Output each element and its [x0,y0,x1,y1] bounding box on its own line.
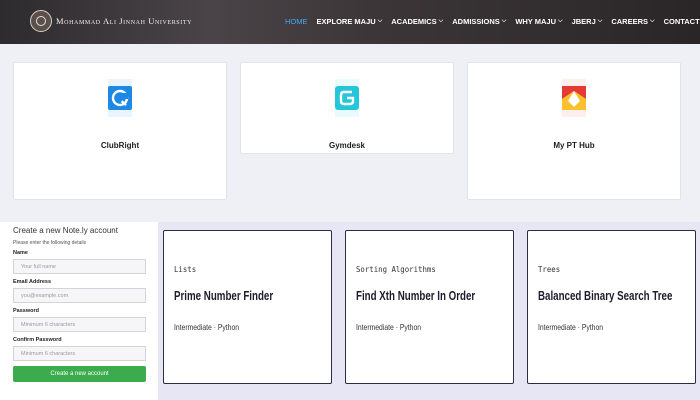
nav-admissions[interactable]: ADMISSIONS ⌵ [452,17,506,26]
nav-jberj[interactable]: JBERJ ⌵ [572,17,603,26]
form-subtitle: Please enter the following details [13,240,87,246]
chevron-down-icon: ⌵ [650,18,655,24]
nav-careers-label: CAREERS [611,17,649,26]
nav-jberj-label: JBERJ [571,17,596,26]
clubright-logo-icon [108,79,132,117]
nav-why-maju-label: WHY MAJU [515,17,557,26]
nav-contact[interactable]: CONTACT [664,17,700,26]
nav-home-label: HOME [285,17,308,26]
create-account-button[interactable]: Create a new account [13,366,146,382]
nav-why-maju[interactable]: WHY MAJU ⌵ [515,17,562,26]
form-title: Create a new Note.ly account [13,226,118,235]
exercise-category: Sorting Algorithms [356,265,436,274]
chevron-down-icon: ⌵ [597,18,603,24]
confirm-password-field[interactable] [13,346,146,361]
app-card-gymdesk[interactable]: Gymdesk [240,62,454,154]
nav-explore-maju-label: EXPLORE MAJU [316,17,376,26]
exercise-title: Prime Number Finder [174,289,274,303]
nav-careers[interactable]: CAREERS ⌵ [611,17,654,26]
confirm-password-label: Confirm Password [13,337,62,343]
signup-form: Create a new Note.ly account Please ente… [0,222,158,400]
nav-academics-label: ACADEMICS [391,17,437,26]
nav-home[interactable]: HOME [285,17,308,26]
chevron-down-icon: ⌵ [501,18,507,24]
site-header: Mohammad Ali Jinnah University HOME EXPL… [0,0,700,44]
crest-icon [30,10,52,32]
chevron-down-icon: ⌵ [558,18,563,24]
exercise-title: Find Xth Number In Order [356,289,476,303]
main-nav: HOME EXPLORE MAJU ⌵ ACADEMICS ⌵ ADMISSIONS… [285,17,700,26]
name-field[interactable] [13,259,146,274]
chevron-down-icon: ⌵ [438,18,444,24]
exercise-card-prime[interactable]: Lists Prime Number Finder Intermediate ·… [163,230,332,384]
mypthub-logo-icon [562,79,586,117]
app-name: My PT Hub [553,141,595,150]
nav-explore-maju[interactable]: EXPLORE MAJU ⌵ [317,17,383,26]
nav-admissions-label: ADMISSIONS [452,17,500,26]
nav-academics[interactable]: ACADEMICS ⌵ [391,17,443,26]
password-label: Password [13,308,39,314]
exercise-meta: Intermediate · Python [356,322,422,332]
app-name: ClubRight [100,141,140,150]
name-label: Name [13,250,28,256]
exercise-meta: Intermediate · Python [538,322,604,332]
exercise-meta: Intermediate · Python [174,322,240,332]
exercise-card-bst[interactable]: Trees Balanced Binary Search Tree Interm… [527,230,696,384]
university-logo[interactable]: Mohammad Ali Jinnah University [30,10,192,32]
app-card-clubright[interactable]: ClubRight [13,62,227,200]
exercise-category: Trees [538,265,561,274]
email-label: Email Address [13,279,52,285]
nav-contact-label: CONTACT [663,17,700,26]
app-name: Gymdesk [328,141,366,150]
exercise-title: Balanced Binary Search Tree [538,289,673,303]
password-field[interactable] [13,317,146,332]
exercise-category: Lists [174,265,197,274]
logo-title: Mohammad Ali Jinnah University [56,16,193,26]
exercise-card-xth[interactable]: Sorting Algorithms Find Xth Number In Or… [345,230,514,384]
email-field[interactable] [13,288,146,303]
app-card-mypthub[interactable]: My PT Hub [467,62,681,200]
chevron-down-icon: ⌵ [377,18,383,24]
gymdesk-logo-icon [335,79,359,117]
